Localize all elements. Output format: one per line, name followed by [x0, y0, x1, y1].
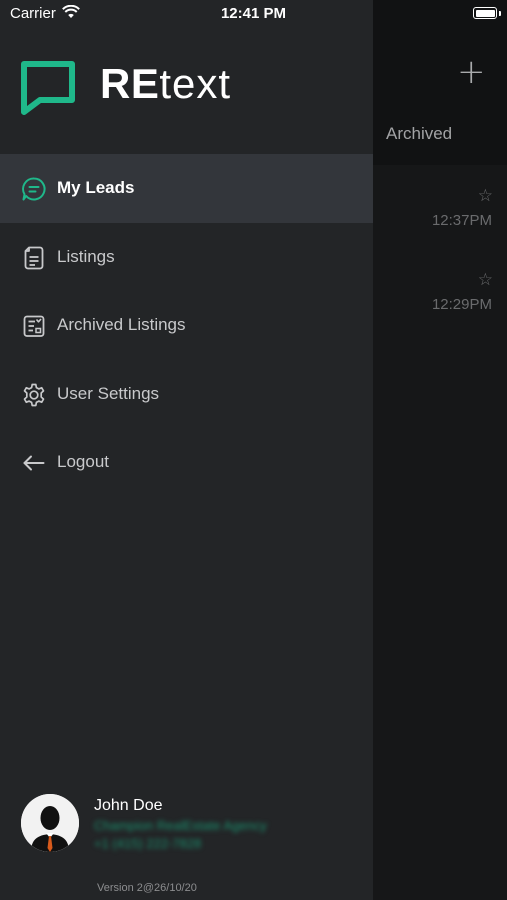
app-name-rest: text	[159, 60, 232, 107]
app-name: REtext	[100, 60, 231, 108]
user-agency: Champion RealEstate Agency	[94, 818, 267, 833]
list-item[interactable]: ☆ 12:29PM	[373, 254, 507, 338]
avatar[interactable]	[21, 794, 79, 852]
battery-tip	[499, 11, 501, 16]
list-item-time: 12:37PM	[431, 212, 492, 229]
plus-icon[interactable]: +	[457, 55, 486, 89]
menu-item-listings[interactable]: Listings	[0, 223, 373, 292]
menu-item-my-leads[interactable]: My Leads	[0, 154, 373, 223]
gear-icon	[23, 383, 45, 406]
app-version: Version 2@26/10/20	[97, 882, 197, 894]
menu-item-label: Archived Listings	[57, 315, 186, 334]
user-profile[interactable]: John Doe Champion RealEstate Agency +1 (…	[21, 794, 361, 856]
menu-item-label: My Leads	[57, 178, 135, 197]
background-screen: + Archived ☆ 12:37PM ☆ 12:29PM	[373, 0, 507, 900]
menu-item-label: Logout	[57, 452, 109, 471]
menu-item-archived-listings[interactable]: Archived Listings	[0, 291, 373, 360]
user-phone: +1 (415) 222-7828	[94, 836, 202, 851]
list-item-time: 12:29PM	[431, 296, 492, 313]
person-silhouette-icon	[21, 794, 79, 852]
menu-item-label: User Settings	[57, 383, 160, 403]
document-icon	[24, 246, 44, 269]
star-outline-icon[interactable]: ☆	[478, 186, 493, 206]
status-bar: Carrier 12:41 PM	[0, 0, 507, 30]
menu-item-label: Listings	[57, 246, 115, 266]
menu-item-logout[interactable]: Logout	[0, 428, 373, 497]
list-item[interactable]: ☆ 12:37PM	[373, 170, 507, 254]
menu-item-user-settings[interactable]: User Settings	[0, 360, 373, 429]
star-outline-icon[interactable]: ☆	[478, 270, 493, 290]
drawer-menu: My Leads Listings Archived Listings User…	[0, 154, 373, 497]
tab-archived[interactable]: Archived	[386, 124, 452, 144]
navigation-drawer: REtext My Leads Listings Archived Listin…	[0, 0, 373, 900]
chat-icon	[22, 177, 46, 201]
arrow-left-icon	[23, 455, 45, 471]
chat-bubble-logo	[21, 61, 75, 115]
battery-icon	[473, 7, 497, 19]
status-time: 12:41 PM	[220, 5, 287, 22]
app-name-bold: RE	[100, 60, 160, 107]
clipboard-icon	[23, 315, 45, 337]
user-name: John Doe	[94, 797, 163, 814]
